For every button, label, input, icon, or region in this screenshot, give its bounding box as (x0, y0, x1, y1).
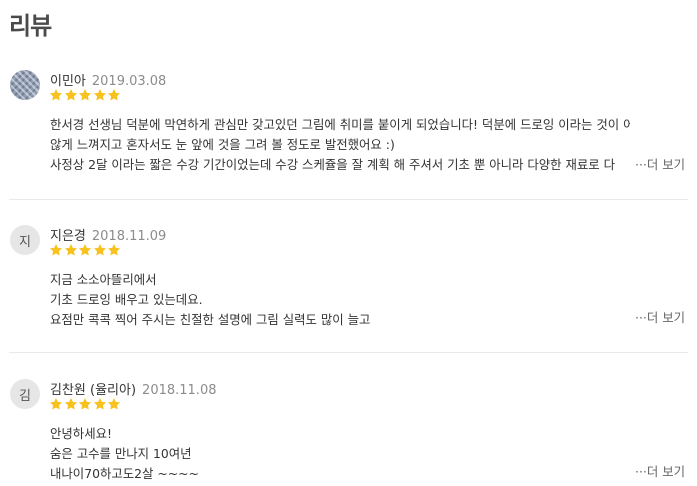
avatar-initial: 김 (19, 388, 31, 404)
read-more-link[interactable]: ···더 보기 (635, 462, 685, 480)
review-text-line: 안녕하세요! (50, 426, 112, 441)
reviewer-name: 김찬원 (율리아) (50, 383, 137, 398)
review-item: 지 지은경 2018.11.09 지금 소소아뜰리에서 기초 드로잉 배우고 있는… (0, 225, 697, 335)
review-text-line: 내나이70하고도2살 ~~~~ (50, 466, 199, 481)
reviewer-name: 지은경 (50, 229, 86, 244)
review-date: 2018.11.08 (142, 383, 217, 398)
star-icon (107, 88, 121, 102)
star-rating (49, 243, 122, 257)
star-rating (49, 397, 122, 411)
star-icon (78, 88, 92, 102)
star-icon (107, 397, 121, 411)
review-item: 이민아 2019.03.08 한서경 선생님 덕분에 막연하게 관심만 갖고있던 … (0, 70, 697, 190)
star-icon (49, 397, 63, 411)
star-icon (93, 397, 107, 411)
star-icon (49, 243, 63, 257)
avatar: 지 (10, 225, 40, 255)
star-icon (93, 88, 107, 102)
reviewer-name: 이민아 (50, 74, 86, 89)
review-text-line: 한서경 선생님 덕분에 막연하게 관심만 갖고있던 그림에 취미를 붙이게 되었… (50, 117, 630, 132)
review-text-line: 사정상 2달 이라는 짧은 수강 기간이었는데 수강 스케쥴을 잘 계획 해 주… (50, 157, 616, 172)
review-meta: 김찬원 (율리아) 2018.11.08 (50, 379, 216, 398)
read-more-link[interactable]: ···더 보기 (635, 155, 685, 173)
review-date: 2018.11.09 (91, 229, 167, 244)
avatar: 김 (10, 379, 40, 409)
review-text-line: 요점만 콕콕 찍어 주시는 친절한 설명에 그림 실력도 많이 늘고 (50, 312, 371, 327)
review-text: 지금 소소아뜰리에서 기초 드로잉 배우고 있는데요. 요점만 콕콕 찍어 주시… (50, 270, 630, 330)
star-icon (107, 243, 121, 257)
section-title: 리뷰 (9, 12, 52, 40)
star-icon (64, 397, 78, 411)
star-icon (64, 243, 78, 257)
star-icon (64, 88, 78, 102)
star-icon (78, 243, 92, 257)
review-text: 한서경 선생님 덕분에 막연하게 관심만 갖고있던 그림에 취미를 붙이게 되었… (50, 115, 630, 175)
review-date: 2019.03.08 (91, 74, 167, 89)
star-icon (49, 88, 63, 102)
review-text-line: 기초 드로잉 배우고 있는데요. (50, 292, 203, 307)
review-text-line: 숨은 고수를 만나지 10여년 (50, 446, 192, 461)
star-icon (93, 243, 107, 257)
star-icon (78, 397, 92, 411)
star-rating (49, 88, 122, 102)
divider (9, 352, 688, 353)
divider (9, 199, 688, 200)
avatar-initial: 지 (19, 234, 31, 250)
read-more-link[interactable]: ···더 보기 (635, 308, 685, 326)
review-text-line: 않게 느껴지고 혼자서도 눈 앞에 것을 그려 볼 정도로 발전했어요 :) (50, 137, 395, 152)
review-text: 안녕하세요! 숨은 고수를 만나지 10여년 내나이70하고도2살 ~~~~ (50, 424, 630, 484)
avatar (10, 70, 40, 100)
review-meta: 지은경 2018.11.09 (50, 225, 166, 244)
review-meta: 이민아 2019.03.08 (50, 70, 166, 89)
review-text-line: 지금 소소아뜰리에서 (50, 272, 157, 287)
review-item: 김 김찬원 (율리아) 2018.11.08 안녕하세요! 숨은 고수를 만나지 … (0, 379, 697, 484)
